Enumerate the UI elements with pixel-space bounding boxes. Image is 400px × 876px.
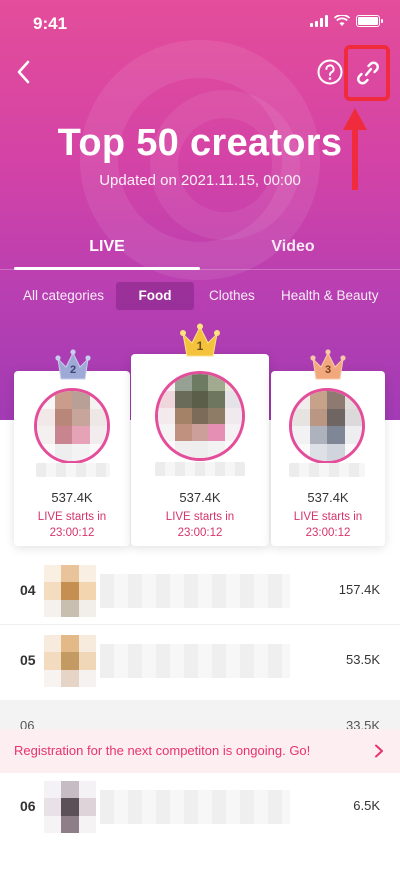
ranking-row[interactable]: 06 6.5K xyxy=(0,776,400,838)
follower-count: 53.5K xyxy=(346,652,380,667)
follower-count: 537.4K xyxy=(51,490,93,505)
follower-count: 6.5K xyxy=(353,798,380,813)
rank-number: 04 xyxy=(20,582,36,598)
ranking-row-partial: 06 33.5K xyxy=(0,700,400,729)
live-countdown: 23:00:12 xyxy=(305,527,351,539)
rank-label: 2 xyxy=(69,364,77,376)
banner-text: Registration for the next competiton is … xyxy=(14,743,311,758)
ranking-row[interactable]: 04 157.4K xyxy=(0,560,400,622)
category-health-beauty[interactable]: Health & Beauty xyxy=(281,282,379,310)
avatar xyxy=(289,388,365,464)
live-starts-label: LIVE starts in xyxy=(37,511,107,523)
help-button[interactable] xyxy=(316,58,344,86)
live-starts-label: LIVE starts in xyxy=(293,511,363,523)
chevron-left-icon xyxy=(17,60,30,84)
category-all[interactable]: All categories xyxy=(23,282,104,310)
live-countdown: 23:00:12 xyxy=(177,527,223,539)
avatar xyxy=(44,565,96,617)
creator-name-blurred xyxy=(289,463,365,477)
creator-name-blurred xyxy=(155,462,245,476)
avatar xyxy=(34,388,110,464)
status-bar: 9:41 xyxy=(0,0,400,46)
rank-label: 3 xyxy=(324,364,332,376)
link-icon xyxy=(357,61,379,85)
status-icons xyxy=(310,15,383,27)
row-divider xyxy=(0,624,400,625)
rank-label: 1 xyxy=(196,339,204,353)
bronze-crown-icon: 3 xyxy=(309,349,347,387)
creator-name-blurred xyxy=(100,574,290,608)
rank-number: 06 xyxy=(20,798,36,814)
registration-banner[interactable]: Registration for the next competiton is … xyxy=(0,729,400,773)
live-countdown: 23:00:12 xyxy=(49,527,95,539)
podium-card-rank-3[interactable]: 3 537.4K LIVE starts in 23:00:12 xyxy=(271,349,385,546)
follower-count: 537.4K xyxy=(307,490,349,505)
page-title: Top 50 creators xyxy=(57,122,343,164)
battery-icon xyxy=(356,15,383,27)
chevron-right-icon xyxy=(375,744,383,758)
podium-card-rank-1[interactable]: 1 537.4K LIVE starts in 23:00:12 xyxy=(131,323,269,546)
creator-name-blurred xyxy=(100,644,290,678)
tab-live[interactable]: LIVE xyxy=(14,238,200,256)
silver-crown-icon: 2 xyxy=(54,349,92,387)
follower-count: 537.4K xyxy=(179,490,221,505)
category-filter-row: All categories Food Clothes Health & Bea… xyxy=(0,282,400,312)
follower-count: 33.5K xyxy=(346,718,380,729)
creator-name-blurred xyxy=(36,463,110,477)
updated-timestamp: Updated on 2021.11.15, 00:00 xyxy=(99,172,301,189)
creator-name-blurred xyxy=(100,790,290,824)
link-button-highlight xyxy=(344,45,390,101)
podium-card-rank-2[interactable]: 2 537.4K LIVE starts in 23:00:12 xyxy=(14,349,130,546)
rank-number: 06 xyxy=(20,718,35,729)
gold-crown-icon: 1 xyxy=(179,323,221,365)
signal-icon xyxy=(310,15,328,27)
avatar xyxy=(44,781,96,833)
ranking-row[interactable]: 05 53.5K xyxy=(0,630,400,692)
category-clothes[interactable]: Clothes xyxy=(209,282,255,310)
copy-link-button[interactable] xyxy=(355,59,381,87)
avatar xyxy=(44,635,96,687)
category-food[interactable]: Food xyxy=(116,282,194,310)
wifi-icon xyxy=(334,15,350,26)
tab-video[interactable]: Video xyxy=(200,238,386,256)
hero-watermark-decoration-inner xyxy=(150,90,300,240)
live-starts-label: LIVE starts in xyxy=(165,511,235,523)
tabs-divider xyxy=(0,269,400,270)
status-time: 9:41 xyxy=(33,14,68,33)
main-tabs: LIVE Video xyxy=(0,226,400,270)
avatar xyxy=(155,371,245,461)
follower-count: 157.4K xyxy=(338,582,380,597)
back-button[interactable] xyxy=(12,58,36,86)
question-icon xyxy=(317,59,343,85)
rank-number: 05 xyxy=(20,652,36,668)
